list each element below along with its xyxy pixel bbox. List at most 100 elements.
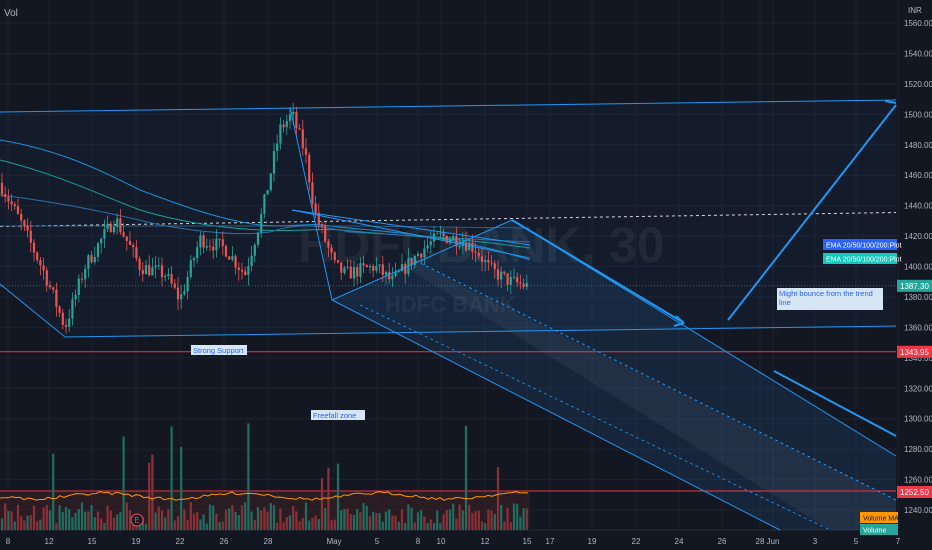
volume-bar [362,502,365,530]
candle-body [349,266,352,279]
candle-body [266,190,269,195]
candle-body [484,260,487,262]
candle-body [336,260,340,263]
volume-bar [468,504,471,530]
candle-body [205,246,208,248]
volume-bar [471,512,474,530]
time-tick-label: 3 [813,537,818,546]
volume-bar [298,521,301,530]
volume-bar [87,511,90,530]
volume-bar [404,523,407,530]
candle-body [4,194,7,198]
volume-bar [320,478,324,530]
volume-bar [23,520,26,530]
volume-bar [116,514,119,530]
volume-bar [439,523,442,530]
volume-bar [346,508,349,530]
candle-body [32,242,36,253]
volume-bar [276,522,279,530]
candle-body [490,262,493,264]
volume-bar [45,504,48,530]
candle-body [26,225,29,231]
candle-body [256,232,260,245]
candle-body [314,203,317,213]
volume-indicator-label[interactable]: Vol [4,8,18,19]
candle-body [356,267,359,277]
candle-body [420,253,423,258]
volume-bar [400,509,404,530]
candle-body [71,299,74,319]
price-chart[interactable]: HDFCBANK, 30 HDFC BANK E Strong Support F… [0,0,932,550]
volume-bar [381,521,384,530]
volume-bar [103,522,106,530]
volume-bar [327,467,330,530]
volume-bar [282,522,285,530]
candle-body [20,213,23,221]
volume-bar [160,510,164,530]
candle-body [244,271,247,275]
chart-area[interactable]: HDFCBANK, 30 HDFC BANK E Strong Support F… [0,0,932,550]
volume-bar [359,512,362,530]
volume-bar [368,516,372,530]
volume-bar [340,510,343,530]
volume-bar [464,425,468,530]
volume-bar [509,522,512,530]
volume-bar [516,503,519,530]
volume-bar [157,506,160,530]
candle-body [327,241,330,248]
volume-bar [68,508,71,530]
volume-legend-label: Volume [863,528,886,535]
candle-body [404,264,407,274]
candle-body [384,271,388,275]
volume-bar [84,511,87,530]
time-tick-label: 12 [45,537,54,546]
candle-body [282,124,285,128]
volume-bar [218,522,221,530]
candle-body [202,235,205,248]
candle-body [250,255,253,267]
candle-body [231,256,234,260]
volume-bar [461,510,464,530]
price-tick-label: 1420.00 [904,232,932,241]
time-tick-label: 28 [264,537,273,546]
volume-bar [317,519,320,530]
candle-body [279,124,282,144]
candle-body [516,277,519,283]
volume-bar [7,510,10,530]
candle-body [208,246,212,248]
candle-body [23,220,26,226]
currency-label: INR [908,6,922,15]
volume-bar [93,517,96,530]
candle-body [288,114,292,121]
candle-body [103,229,106,239]
volume-bar [74,512,77,530]
price-tick-label: 1440.00 [904,202,932,211]
volume-bar [314,515,317,530]
candle-body [292,111,295,115]
volume-bar [375,513,378,530]
volume-bar [429,519,432,530]
candle-body [189,260,192,277]
candle-body [253,244,256,256]
candle-body [391,275,394,280]
volume-bar [224,509,228,530]
volume-bar [10,511,13,530]
candle-body [109,223,112,233]
volume-bar [189,502,192,530]
candle-body [324,226,327,242]
candle-body [128,240,132,245]
candle-body [199,235,202,248]
candle-body [58,306,61,313]
time-tick-label: 26 [220,537,229,546]
volume-bar [266,511,269,530]
volume-bar [215,513,218,530]
time-tick-label: 8 [6,537,11,546]
volume-bar [119,512,122,530]
volume-bar [356,509,359,530]
volume-bar [493,514,496,530]
volume-bar [474,511,477,530]
time-tick-label: 5 [854,537,859,546]
candle-body [237,267,240,270]
candle-body [90,255,93,263]
time-tick-label: 19 [132,537,141,546]
